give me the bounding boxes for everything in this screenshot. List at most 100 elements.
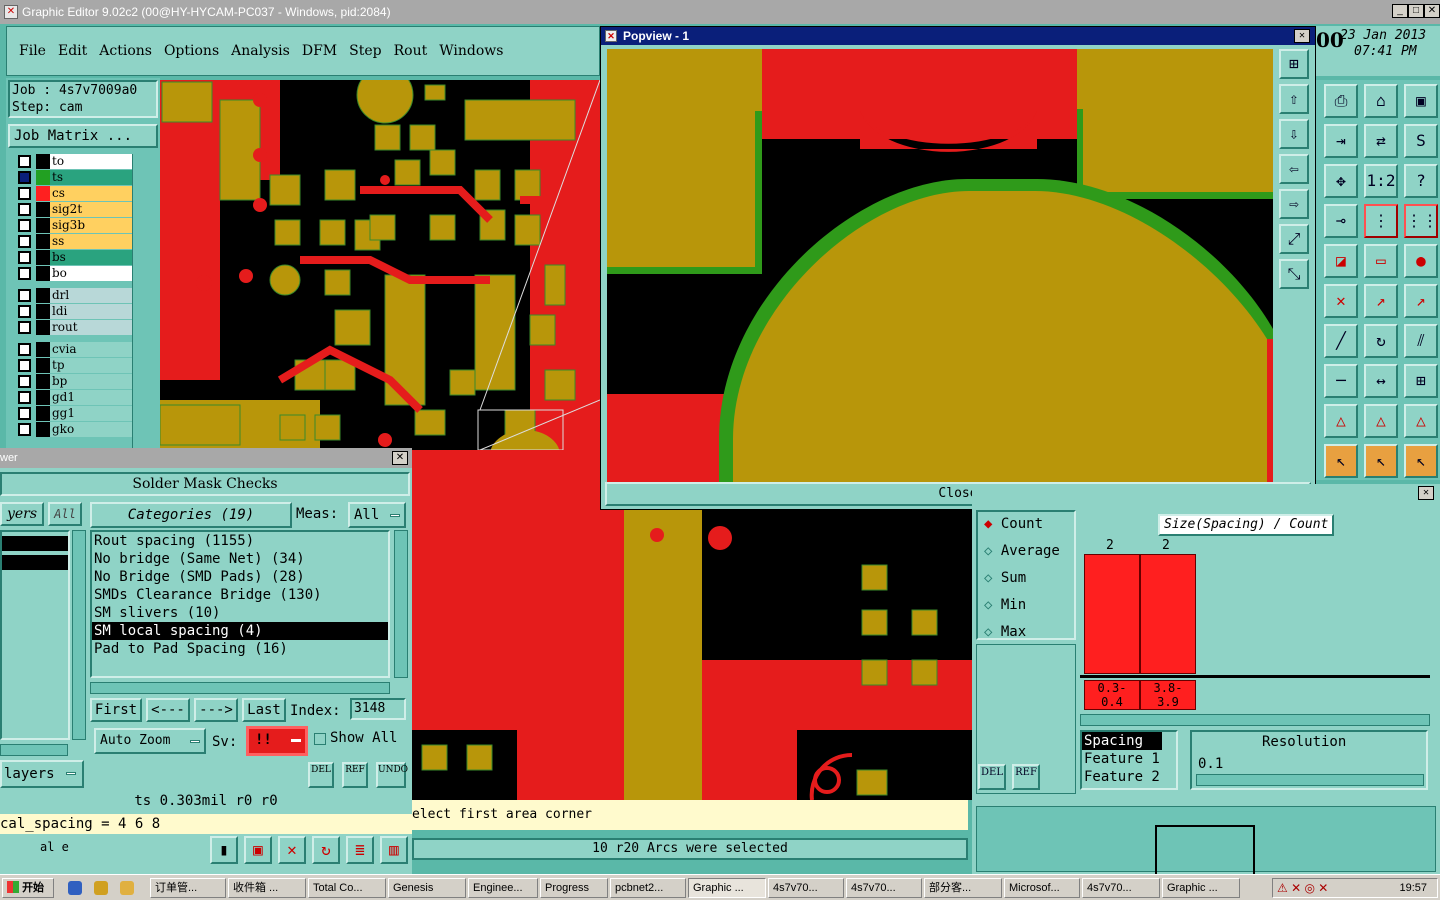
taskbar-item[interactable]: 4s7v70...: [846, 878, 922, 898]
taskbar-item[interactable]: Graphic ...: [688, 878, 766, 898]
expand-icon[interactable]: ⤢: [1279, 224, 1309, 254]
prev-button[interactable]: <---: [146, 698, 190, 722]
clock-icon[interactable]: [120, 881, 134, 895]
categories-scrollbar[interactable]: [394, 530, 408, 678]
layer-row-tp[interactable]: tp: [18, 358, 134, 373]
layer-row-ts[interactable]: ts: [18, 170, 134, 185]
taskbar-item[interactable]: 订单管...: [150, 878, 226, 898]
measure2-icon[interactable]: ⋮⋮: [1404, 204, 1438, 238]
zoom-up-icon[interactable]: ⇧: [1279, 84, 1309, 114]
rotate-icon[interactable]: ↻: [1364, 324, 1398, 358]
stat-option-sum[interactable]: ◇ Sum: [984, 570, 1026, 586]
menu-windows[interactable]: Windows: [439, 43, 503, 59]
pan-left-icon[interactable]: ⇦: [1279, 154, 1309, 184]
layer-checkbox[interactable]: [18, 155, 31, 168]
select-icon[interactable]: ↖: [1324, 444, 1358, 478]
window-icon[interactable]: ▣: [1404, 84, 1438, 118]
taskbar-item[interactable]: 4s7v70...: [768, 878, 844, 898]
layer-row-bp[interactable]: bp: [18, 374, 134, 389]
cross-icon[interactable]: ✕: [1324, 284, 1358, 318]
layer-checkbox[interactable]: [18, 251, 31, 264]
ie-icon[interactable]: [68, 881, 82, 895]
layer-row-ss[interactable]: ss: [18, 234, 134, 249]
hmeasure-icon[interactable]: ↔: [1364, 364, 1398, 398]
measure-icon[interactable]: ⋮: [1364, 204, 1398, 238]
categories-header[interactable]: Categories (19): [90, 502, 292, 528]
index-input[interactable]: 3148: [350, 698, 406, 720]
pan-right-icon[interactable]: ⇨: [1279, 189, 1309, 219]
layer-checkbox[interactable]: [18, 423, 31, 436]
layer-checkbox[interactable]: [18, 343, 31, 356]
select2-icon[interactable]: ↖: [1364, 444, 1398, 478]
histogram-list-item[interactable]: Feature 2: [1082, 768, 1176, 786]
line-icon[interactable]: ╱: [1324, 324, 1358, 358]
layer-row-cs[interactable]: cs: [18, 186, 134, 201]
layers-list-row-selected[interactable]: [2, 536, 68, 551]
parallel-icon[interactable]: ⫽: [1404, 324, 1438, 358]
select3-icon[interactable]: ↖: [1404, 444, 1438, 478]
zoom-down-icon[interactable]: ⇩: [1279, 119, 1309, 149]
layer-row-rout[interactable]: rout: [18, 320, 134, 335]
menu-rout[interactable]: Rout: [394, 43, 428, 59]
popview-canvas[interactable]: [607, 49, 1273, 499]
stat-option-count[interactable]: ◆ Count: [984, 516, 1043, 532]
layer-row-bs[interactable]: bs: [18, 250, 134, 265]
menu-step[interactable]: Step: [349, 43, 381, 59]
chart-icon[interactable]: ▮: [210, 836, 238, 864]
arrow2-icon[interactable]: ↗: [1404, 284, 1438, 318]
layer-row-drl[interactable]: drl: [18, 288, 134, 303]
move-icon[interactable]: ✥: [1324, 164, 1358, 198]
layer-checkbox[interactable]: [18, 391, 31, 404]
taskbar-item[interactable]: Genesis: [388, 878, 466, 898]
cancel-icon[interactable]: ✕: [278, 836, 306, 864]
filled-circle-icon[interactable]: ●: [1404, 244, 1438, 278]
print-icon[interactable]: ⎙: [1324, 84, 1358, 118]
del-button[interactable]: DEL: [308, 762, 334, 788]
layer-checkbox[interactable]: [18, 359, 31, 372]
meas-dropdown[interactable]: All: [348, 502, 406, 528]
popview-close-x-button[interactable]: ✕: [1294, 29, 1310, 43]
taskbar-item[interactable]: Microsof...: [1004, 878, 1080, 898]
menu-options[interactable]: Options: [164, 43, 219, 59]
layer-checkbox[interactable]: [18, 305, 31, 318]
categories-hscroll[interactable]: [90, 682, 390, 694]
layers-dropdown[interactable]: layers: [0, 760, 84, 788]
shrink-icon[interactable]: ⤡: [1279, 259, 1309, 289]
layer-row-to[interactable]: to: [18, 154, 134, 169]
histogram-icon[interactable]: ▥: [380, 836, 408, 864]
layer-row-gko[interactable]: gko: [18, 422, 134, 437]
undo-button[interactable]: UNDO: [376, 762, 408, 788]
job-matrix-button[interactable]: Job Matrix ...: [8, 124, 158, 148]
taskbar-item[interactable]: 收件箱 ...: [228, 878, 306, 898]
stat-option-average[interactable]: ◇ Average: [984, 543, 1060, 559]
menu-actions[interactable]: Actions: [99, 43, 152, 59]
pcb-canvas[interactable]: [160, 80, 600, 450]
layer-checkbox[interactable]: [18, 321, 31, 334]
close-button[interactable]: ✕: [1424, 4, 1440, 18]
layer-row-sig3b[interactable]: sig3b: [18, 218, 134, 233]
layer-list-scrollbar[interactable]: [132, 154, 156, 448]
help-icon[interactable]: ?: [1404, 164, 1438, 198]
menu-edit[interactable]: Edit: [58, 43, 87, 59]
layer-row-gd1[interactable]: gd1: [18, 390, 134, 405]
category-item[interactable]: No bridge (Same Net) (34): [92, 550, 388, 568]
layer-row-cvia[interactable]: cvia: [18, 342, 134, 357]
desktop-icon[interactable]: [94, 881, 108, 895]
category-item[interactable]: Pad to Pad Spacing (16): [92, 640, 388, 658]
first-button[interactable]: First: [90, 698, 142, 722]
layer-checkbox[interactable]: [18, 267, 31, 280]
layer-row-ldi[interactable]: ldi: [18, 304, 134, 319]
taskbar-item[interactable]: pcbnet2...: [610, 878, 686, 898]
category-item[interactable]: SM local spacing (4): [92, 622, 388, 640]
next-button[interactable]: --->: [194, 698, 238, 722]
triangle-icon[interactable]: △: [1324, 404, 1358, 438]
histogram-ref-button[interactable]: REF: [1012, 764, 1040, 790]
start-button[interactable]: 开始: [2, 878, 54, 898]
stop-icon[interactable]: ▣: [244, 836, 272, 864]
scale-icon[interactable]: 1:2: [1364, 164, 1398, 198]
layer-checkbox[interactable]: [18, 171, 31, 184]
resolution-slider[interactable]: [1196, 774, 1424, 786]
layer-toggle-icon[interactable]: ◪: [1324, 244, 1358, 278]
last-button[interactable]: Last: [242, 698, 286, 722]
hline-icon[interactable]: ─: [1324, 364, 1358, 398]
